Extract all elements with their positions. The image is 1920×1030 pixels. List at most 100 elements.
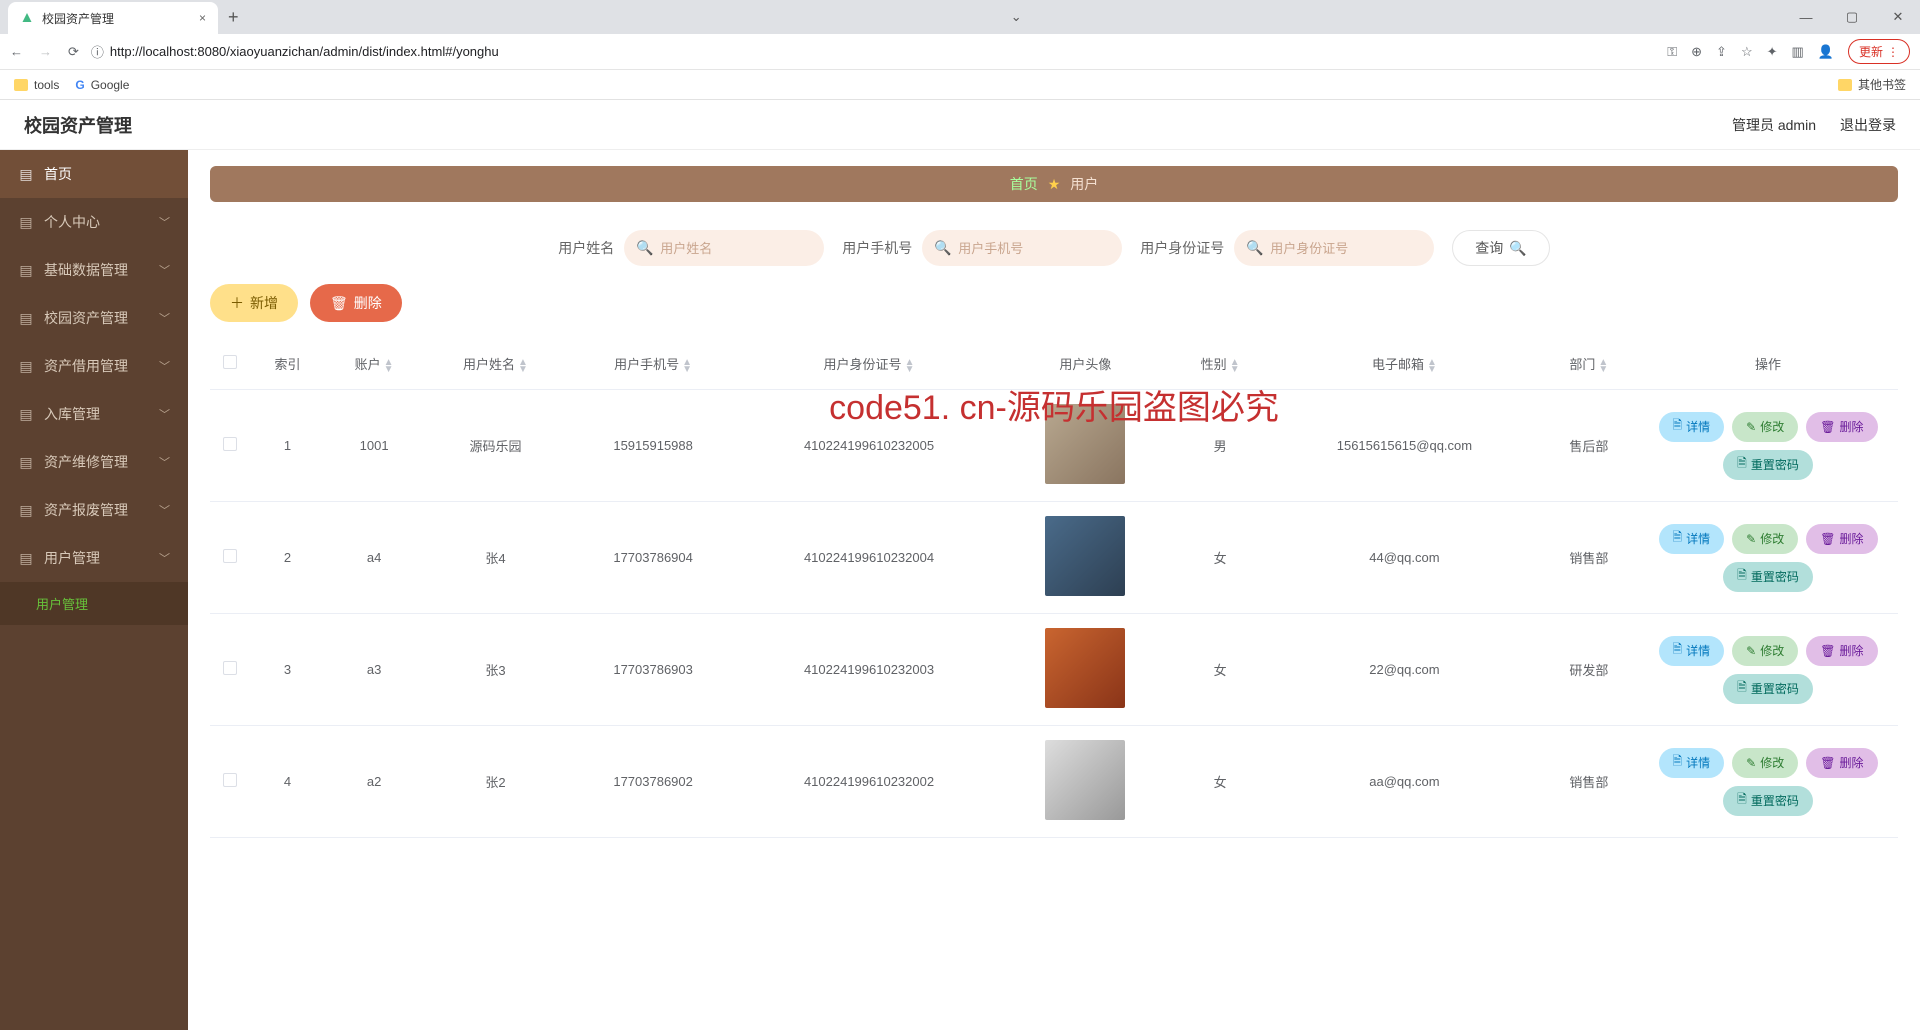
edit-button[interactable]: ✎修改 <box>1732 412 1798 442</box>
row-delete-button[interactable]: 🗑删除 <box>1806 636 1877 666</box>
sidebar-item-1[interactable]: ▤个人中心﹀ <box>0 198 188 246</box>
chevron-down-icon: ﹀ <box>159 214 170 230</box>
th-avatar: 用户头像 <box>1000 338 1172 390</box>
edit-icon: ✎ <box>1746 532 1756 546</box>
chevron-down-icon: ﹀ <box>159 358 170 374</box>
row-checkbox[interactable] <box>223 437 237 451</box>
trash-icon: 🗑 <box>1820 644 1835 658</box>
close-window-button[interactable]: ✕ <box>1876 2 1920 32</box>
sidebar-sub-item[interactable]: 用户管理 <box>0 582 188 625</box>
share-icon[interactable]: ⇪ <box>1716 44 1727 60</box>
reset-icon: 🗎 <box>1737 678 1747 699</box>
edit-button[interactable]: ✎修改 <box>1732 748 1798 778</box>
site-info-icon[interactable]: ⓘ <box>91 42 104 61</box>
bookmark-other[interactable]: 其他书签 <box>1838 76 1906 93</box>
minimize-button[interactable]: — <box>1784 2 1828 32</box>
sidebar-item-2[interactable]: ▤基础数据管理﹀ <box>0 246 188 294</box>
key-icon[interactable]: ⚿ <box>1667 44 1677 60</box>
search-name-label: 用户姓名 <box>558 238 614 258</box>
th-index[interactable]: 索引 <box>250 338 325 390</box>
plus-icon: ＋ <box>230 293 244 313</box>
star-icon[interactable]: ☆ <box>1741 44 1753 60</box>
user-label[interactable]: 管理员 admin <box>1732 115 1816 135</box>
url-box[interactable]: ⓘ http://localhost:8080/xiaoyuanzichan/a… <box>91 42 1655 61</box>
sidebar-item-label: 基础数据管理 <box>44 260 128 280</box>
row-checkbox[interactable] <box>223 661 237 675</box>
chevron-down-icon: ﹀ <box>159 454 170 470</box>
bookmark-tools[interactable]: tools <box>14 78 59 92</box>
th-account[interactable]: 账户▲▼ <box>325 338 423 390</box>
reload-button[interactable]: ⟳ <box>68 44 79 60</box>
panel-icon[interactable]: ▥ <box>1792 44 1804 60</box>
scrap-icon: ▤ <box>18 502 34 519</box>
sidebar-item-0[interactable]: ▤首页 <box>0 150 188 198</box>
tab-dropdown-icon[interactable]: ⌄ <box>997 9 1036 25</box>
th-email[interactable]: 电子邮箱▲▼ <box>1269 338 1539 390</box>
breadcrumb-home[interactable]: 首页 <box>1010 174 1038 194</box>
sidebar-item-4[interactable]: ▤资产借用管理﹀ <box>0 342 188 390</box>
close-icon[interactable]: × <box>199 11 206 25</box>
reset-password-button[interactable]: 🗎重置密码 <box>1723 562 1813 592</box>
header-right: 管理员 admin 退出登录 <box>1732 115 1896 135</box>
th-gender[interactable]: 性别▲▼ <box>1171 338 1269 390</box>
reset-icon: 🗎 <box>1737 790 1747 811</box>
detail-button[interactable]: 🗎详情 <box>1659 524 1725 554</box>
extensions-icon[interactable]: ✦ <box>1767 44 1778 60</box>
row-delete-button[interactable]: 🗑删除 <box>1806 748 1877 778</box>
avatar[interactable] <box>1045 516 1125 596</box>
th-name[interactable]: 用户姓名▲▼ <box>423 338 568 390</box>
update-label: 更新 <box>1859 43 1883 60</box>
edit-button[interactable]: ✎修改 <box>1732 636 1798 666</box>
profile-icon[interactable]: 👤 <box>1818 44 1834 60</box>
add-button[interactable]: ＋新增 <box>210 284 298 322</box>
new-tab-button[interactable]: + <box>218 7 249 28</box>
cell-avatar <box>1000 502 1172 614</box>
maximize-button[interactable]: ▢ <box>1830 2 1874 32</box>
logout-button[interactable]: 退出登录 <box>1840 115 1896 135</box>
search-phone-input[interactable] <box>922 230 1122 266</box>
sidebar-item-5[interactable]: ▤入库管理﹀ <box>0 390 188 438</box>
detail-button[interactable]: 🗎详情 <box>1659 636 1725 666</box>
avatar[interactable] <box>1045 628 1125 708</box>
doc-icon: 🗎 <box>1673 752 1683 773</box>
row-checkbox[interactable] <box>223 549 237 563</box>
th-idcard[interactable]: 用户身份证号▲▼ <box>738 338 999 390</box>
back-button[interactable]: ← <box>10 44 23 59</box>
search-name-input[interactable] <box>624 230 824 266</box>
sort-icon: ▲▼ <box>905 359 915 373</box>
bookmark-google[interactable]: GGoogle <box>75 78 129 92</box>
avatar[interactable] <box>1045 404 1125 484</box>
sidebar-item-6[interactable]: ▤资产维修管理﹀ <box>0 438 188 486</box>
sidebar-item-8[interactable]: ▤用户管理﹀ <box>0 534 188 582</box>
forward-button[interactable]: → <box>39 44 52 59</box>
cell-idcard: 410224199610232002 <box>738 726 999 838</box>
cell-index: 4 <box>250 726 325 838</box>
search-id-input[interactable] <box>1234 230 1434 266</box>
cell-account: a2 <box>325 726 423 838</box>
trash-icon: 🗑 <box>1820 756 1835 770</box>
sidebar-item-3[interactable]: ▤校园资产管理﹀ <box>0 294 188 342</box>
select-all-checkbox[interactable] <box>223 355 237 369</box>
row-checkbox[interactable] <box>223 773 237 787</box>
query-button[interactable]: 查询🔍 <box>1452 230 1549 266</box>
sidebar-item-7[interactable]: ▤资产报废管理﹀ <box>0 486 188 534</box>
update-button[interactable]: 更新 ⋮ <box>1848 39 1910 64</box>
reset-password-button[interactable]: 🗎重置密码 <box>1723 450 1813 480</box>
avatar[interactable] <box>1045 740 1125 820</box>
edit-button[interactable]: ✎修改 <box>1732 524 1798 554</box>
reset-password-button[interactable]: 🗎重置密码 <box>1723 786 1813 816</box>
browser-tab[interactable]: 校园资产管理 × <box>8 2 218 34</box>
th-dept[interactable]: 部门▲▼ <box>1540 338 1638 390</box>
row-delete-button[interactable]: 🗑删除 <box>1806 412 1877 442</box>
cell-dept: 销售部 <box>1540 502 1638 614</box>
detail-button[interactable]: 🗎详情 <box>1659 412 1725 442</box>
browser-chrome: 校园资产管理 × + ⌄ — ▢ ✕ ← → ⟳ ⓘ http://localh… <box>0 0 1920 100</box>
delete-button[interactable]: 🗑删除 <box>310 284 402 322</box>
reset-password-button[interactable]: 🗎重置密码 <box>1723 674 1813 704</box>
user-icon: ▤ <box>18 214 34 231</box>
th-phone[interactable]: 用户手机号▲▼ <box>568 338 739 390</box>
row-delete-button[interactable]: 🗑删除 <box>1806 524 1877 554</box>
zoom-icon[interactable]: ⊕ <box>1691 44 1702 60</box>
detail-button[interactable]: 🗎详情 <box>1659 748 1725 778</box>
cell-dept: 销售部 <box>1540 726 1638 838</box>
